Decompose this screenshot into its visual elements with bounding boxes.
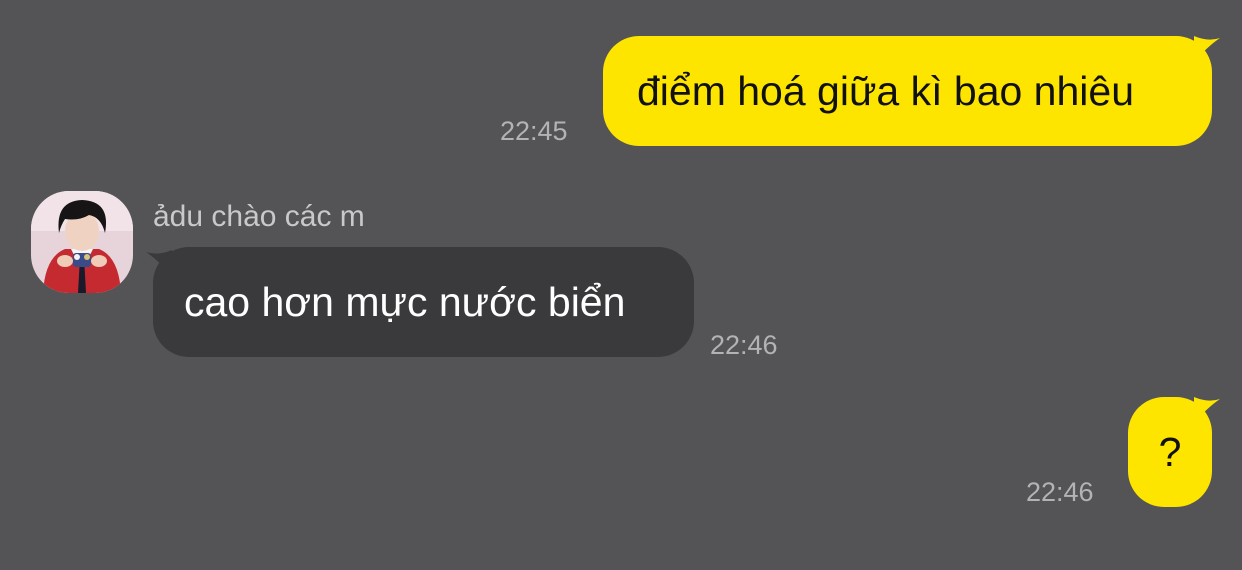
avatar[interactable] bbox=[31, 191, 133, 293]
message-text: ? bbox=[1158, 428, 1182, 475]
message-timestamp: 22:46 bbox=[1026, 477, 1094, 507]
message-bubble-outgoing[interactable]: điểm hoá giữa kì bao nhiêu bbox=[603, 36, 1212, 146]
message-bubble-outgoing[interactable]: ? bbox=[1128, 397, 1212, 507]
message-text: điểm hoá giữa kì bao nhiêu bbox=[637, 67, 1135, 114]
user-avatar-photo bbox=[31, 191, 133, 293]
message-bubble-incoming[interactable]: cao hơn mực nước biển bbox=[153, 247, 694, 357]
message-text: cao hơn mực nước biển bbox=[184, 278, 626, 325]
message-timestamp: 22:45 bbox=[500, 116, 568, 146]
message-timestamp: 22:46 bbox=[710, 330, 778, 360]
sender-name: ảdu chào các m bbox=[153, 200, 365, 233]
